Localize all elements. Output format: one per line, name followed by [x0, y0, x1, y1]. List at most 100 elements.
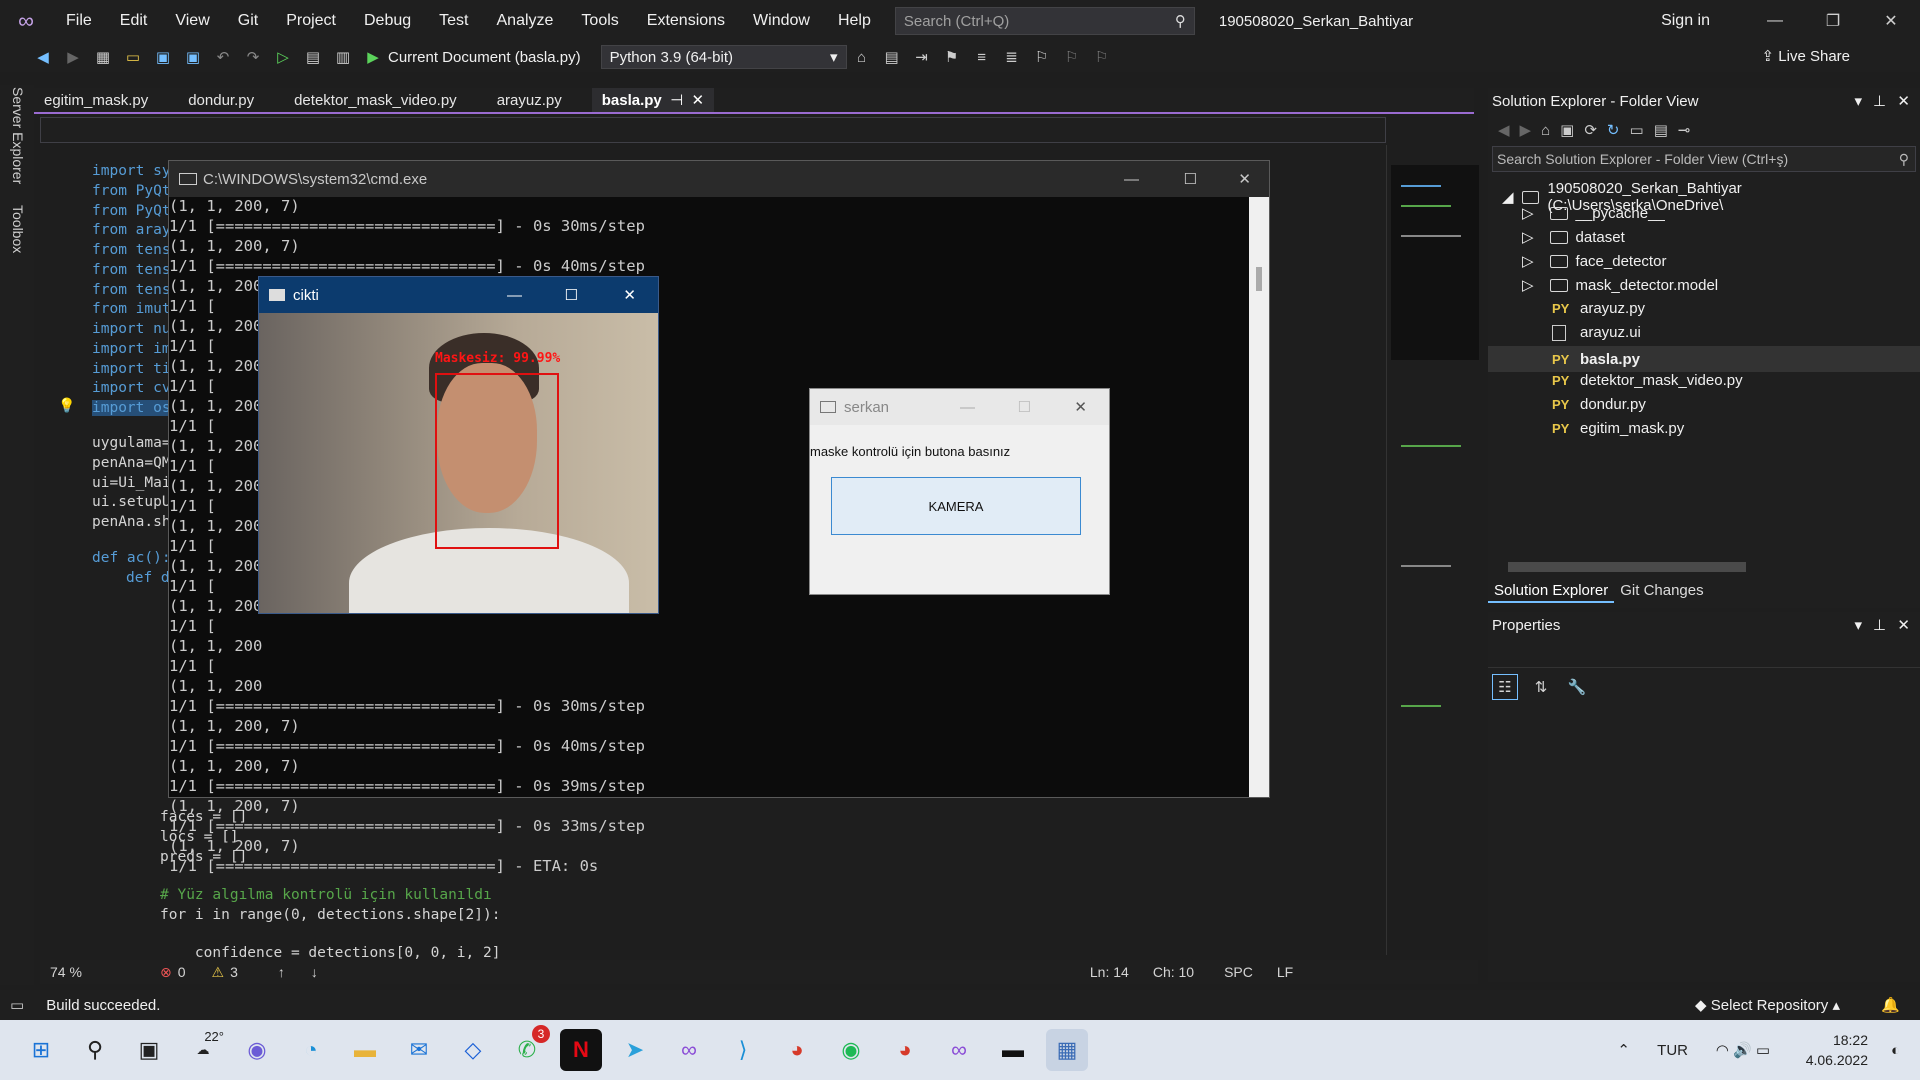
panel-menu-icon[interactable]: ▾: [1854, 88, 1862, 116]
cmd-scrollbar[interactable]: [1249, 197, 1269, 797]
tab-detektor-mask-video[interactable]: detektor_mask_video.py: [284, 88, 467, 112]
close-icon[interactable]: ✕: [623, 286, 636, 304]
dropbox-icon[interactable]: ◇: [452, 1029, 494, 1071]
server-explorer-tab[interactable]: Server Explorer: [10, 87, 26, 184]
show-all-icon[interactable]: ▤: [1654, 121, 1668, 139]
minimap-viewport[interactable]: [1391, 165, 1479, 360]
vscode-icon[interactable]: ⟩: [722, 1029, 764, 1071]
property-pages-icon[interactable]: 🔧: [1564, 674, 1590, 700]
start-without-debug-icon[interactable]: ▷: [271, 45, 295, 69]
search-icon[interactable]: ⚲: [74, 1029, 116, 1071]
uncomment-icon[interactable]: ≣: [1000, 45, 1024, 69]
tree-file-selected[interactable]: PY basla.py: [1488, 346, 1920, 372]
back-icon[interactable]: ◀: [1498, 121, 1510, 139]
open-folder-icon[interactable]: ▭: [121, 45, 145, 69]
bookmark-clear-icon[interactable]: ⚐: [1090, 45, 1114, 69]
pin-icon[interactable]: ⊣: [670, 92, 683, 109]
menu-view[interactable]: View: [161, 0, 223, 42]
tab-egitim-mask[interactable]: egitim_mask.py: [34, 88, 158, 112]
navigation-bar[interactable]: [40, 117, 1386, 143]
tab-close-icon[interactable]: ✕: [692, 92, 705, 109]
home-icon[interactable]: ⌂: [1541, 122, 1550, 139]
tab-arayuz[interactable]: arayuz.py: [487, 88, 572, 112]
back-icon[interactable]: ◀: [31, 45, 55, 69]
visual-studio-icon[interactable]: ∞: [668, 1029, 710, 1071]
clock[interactable]: 18:22 4.06.2022: [1806, 1030, 1868, 1070]
menu-help[interactable]: Help: [824, 0, 885, 42]
minimize-icon[interactable]: —: [960, 399, 975, 416]
tab-git-changes[interactable]: Git Changes: [1614, 580, 1709, 603]
menu-tools[interactable]: Tools: [567, 0, 632, 42]
code-minimap[interactable]: [1386, 145, 1479, 955]
line-ending[interactable]: LF: [1277, 964, 1293, 980]
open-file-icon[interactable]: ▤: [301, 45, 325, 69]
run-target-label[interactable]: Current Document (basla.py): [388, 49, 581, 66]
python-env-select[interactable]: Python 3.9 (64-bit) ▾: [600, 45, 847, 69]
notifications-icon[interactable]: 🔔: [1881, 996, 1900, 1014]
maximize-icon[interactable]: ☐: [565, 286, 578, 304]
visual-studio-logo-icon[interactable]: ∞: [0, 0, 52, 42]
mail-icon[interactable]: ✉: [398, 1029, 440, 1071]
run-icon[interactable]: ▶: [361, 45, 385, 69]
bookmark-next-icon[interactable]: ⚐: [1060, 45, 1084, 69]
menu-window[interactable]: Window: [739, 0, 824, 42]
forward-icon[interactable]: ▶: [1520, 121, 1532, 139]
forward-icon[interactable]: ▶: [61, 45, 85, 69]
tree-file[interactable]: arayuz.ui: [1552, 324, 1641, 341]
chevron-up-icon[interactable]: ⌃: [1617, 1041, 1630, 1059]
new-project-icon[interactable]: ▦: [91, 45, 115, 69]
refresh-icon[interactable]: ↻: [1607, 121, 1620, 139]
save-icon[interactable]: ▣: [151, 45, 175, 69]
menu-analyze[interactable]: Analyze: [483, 0, 568, 42]
horizontal-scrollbar[interactable]: [1508, 562, 1746, 572]
menu-debug[interactable]: Debug: [350, 0, 425, 42]
cmd-titlebar[interactable]: C:\WINDOWS\system32\cmd.exe — ☐ ✕: [169, 161, 1269, 197]
panel-menu-icon[interactable]: ▾: [1854, 612, 1862, 640]
alphabetical-icon[interactable]: ⇅: [1528, 674, 1554, 700]
serkan-titlebar[interactable]: serkan — ☐ ✕: [810, 389, 1109, 425]
tree-file[interactable]: PY dondur.py: [1552, 396, 1646, 413]
lightbulb-icon[interactable]: 💡: [58, 397, 75, 414]
step-icon[interactable]: ⇥: [910, 45, 934, 69]
output-icon[interactable]: ▭: [0, 996, 34, 1014]
chrome-profile-icon[interactable]: ◕: [884, 1029, 926, 1071]
tree-folder[interactable]: ▷ dataset: [1522, 228, 1625, 247]
tree-file[interactable]: PY arayuz.py: [1552, 300, 1645, 317]
switch-view-icon[interactable]: ▣: [1560, 121, 1574, 139]
redo-icon[interactable]: ↷: [241, 45, 265, 69]
arrow-down-icon[interactable]: ↓: [311, 964, 318, 980]
netflix-icon[interactable]: N: [560, 1029, 602, 1071]
notification-center-icon[interactable]: ◐: [1891, 1042, 1900, 1059]
telegram-icon[interactable]: ➤: [614, 1029, 656, 1071]
tree-folder[interactable]: ▷ face_detector: [1522, 252, 1666, 271]
wifi-icon[interactable]: ◠ 🔊 ▭: [1716, 1041, 1770, 1059]
minimize-icon[interactable]: —: [507, 287, 522, 304]
zoom-level[interactable]: 74 %: [40, 964, 120, 980]
tab-solution-explorer[interactable]: Solution Explorer: [1488, 580, 1615, 603]
weather-icon[interactable]: ☁ 22°: [182, 1029, 225, 1071]
restore-icon[interactable]: ❐: [1804, 0, 1862, 42]
task-view-icon[interactable]: ▣: [128, 1029, 170, 1071]
sign-in-button[interactable]: Sign in: [1661, 0, 1710, 42]
whatsapp-icon[interactable]: ✆ 3: [506, 1025, 550, 1071]
file-explorer-icon[interactable]: ▬: [344, 1029, 386, 1071]
toolbox-tab[interactable]: Toolbox: [10, 205, 26, 253]
pin-icon[interactable]: ⊥: [1873, 88, 1886, 116]
solution-search-input[interactable]: Search Solution Explorer - Folder View (…: [1492, 146, 1916, 172]
language-indicator[interactable]: TUR: [1657, 1042, 1688, 1059]
tab-basla[interactable]: basla.py ⊣ ✕: [591, 88, 715, 112]
save-all-icon[interactable]: ▣: [181, 45, 205, 69]
tree-file[interactable]: PY egitim_mask.py: [1552, 420, 1684, 437]
properties-icon[interactable]: ⊸: [1678, 121, 1691, 139]
close-icon[interactable]: ✕: [1862, 0, 1920, 42]
panel-close-icon[interactable]: ✕: [1897, 612, 1910, 640]
properties-object-select[interactable]: [1488, 640, 1920, 668]
tree-file[interactable]: PY detektor_mask_video.py: [1552, 372, 1743, 389]
bookmark-prev-icon[interactable]: ⚐: [1030, 45, 1054, 69]
python-app-icon[interactable]: ▦: [1046, 1029, 1088, 1071]
edge-icon[interactable]: ◔: [290, 1029, 332, 1071]
tab-dondur[interactable]: dondur.py: [178, 88, 264, 112]
menu-edit[interactable]: Edit: [106, 0, 162, 42]
menu-extensions[interactable]: Extensions: [633, 0, 739, 42]
tree-folder[interactable]: ▷ mask_detector.model: [1522, 276, 1718, 295]
